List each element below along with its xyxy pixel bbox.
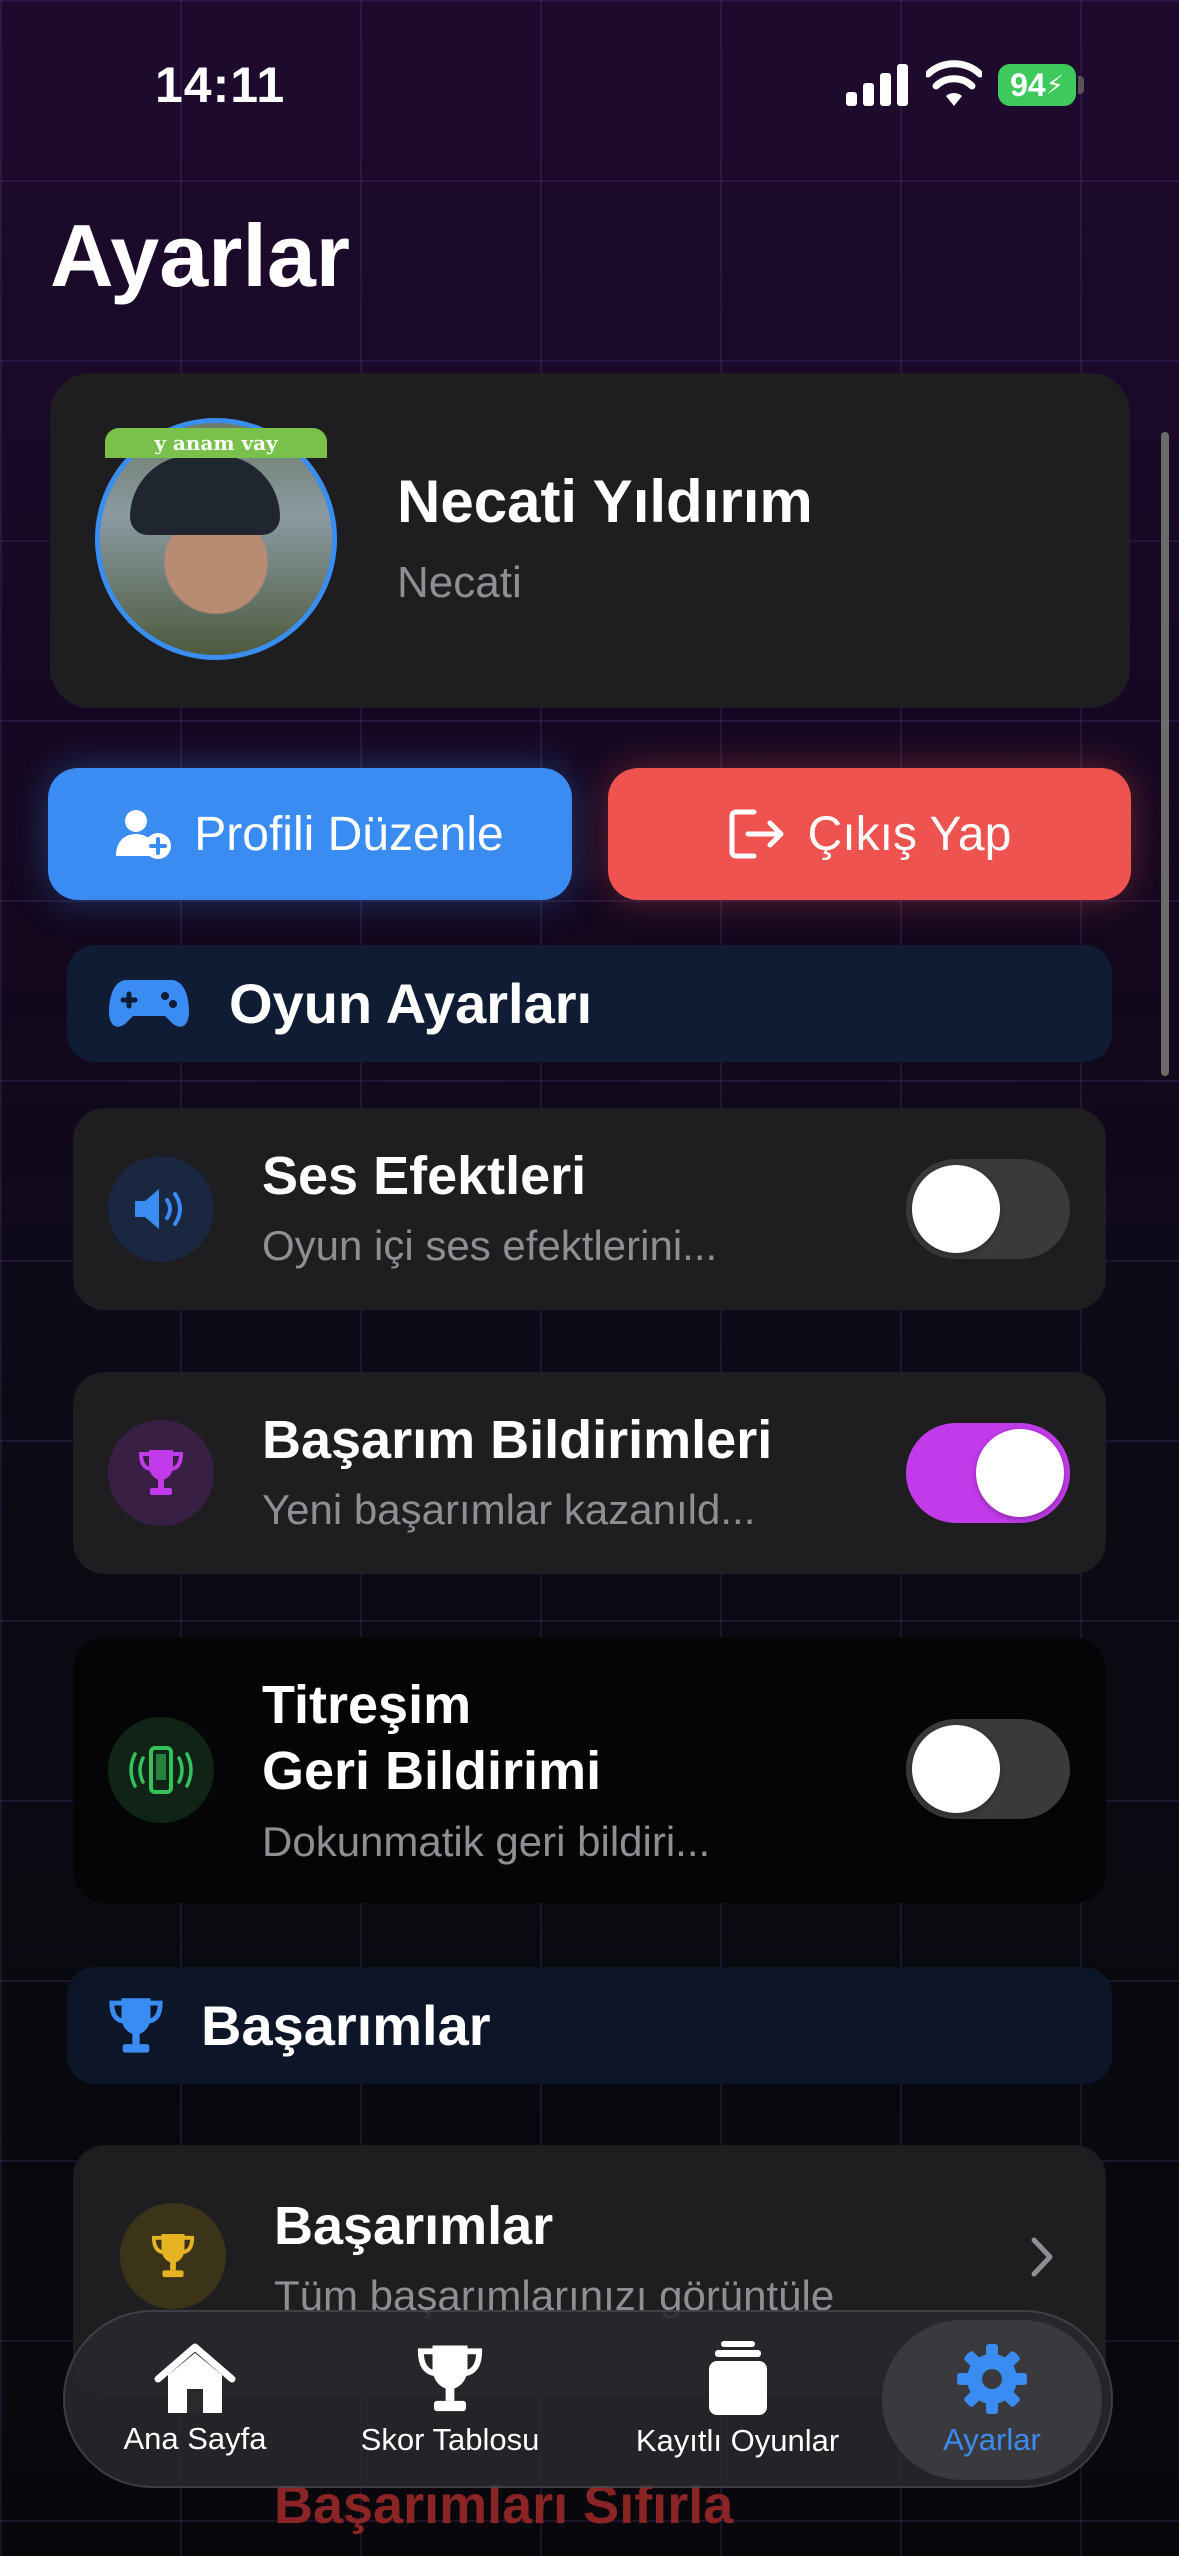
setting-title-sound-effects: Ses Efektleri [262, 1146, 587, 1206]
setting-subtitle-sound-effects: Oyun içi ses efektlerini... [262, 1222, 718, 1269]
achievement-notifications-toggle[interactable] [906, 1423, 1070, 1523]
battery-tip [1078, 76, 1084, 94]
setting-title-vibration-line1: Titreşim [262, 1675, 472, 1735]
trophy-icon [109, 1997, 163, 2053]
edit-profile-label: Profili Düzenle [194, 807, 504, 861]
battery-indicator: 94 ⚡ [998, 64, 1076, 106]
tab-saved-games[interactable]: Kayıtlı Oyunlar [620, 2320, 855, 2480]
setting-title-achievement-notifications: Başarım Bildirimleri [262, 1410, 773, 1470]
status-time: 14:11 [155, 57, 286, 113]
sound-effects-toggle[interactable] [906, 1159, 1070, 1259]
tab-home[interactable]: Ana Sayfa [95, 2320, 295, 2480]
profile-username: Necati [397, 558, 522, 607]
tab-label-leaderboard: Skor Tablosu [360, 2422, 540, 2457]
vibration-toggle[interactable] [906, 1719, 1070, 1819]
phone-vibrate-icon [108, 1717, 214, 1823]
section-title-game-settings: Oyun Ayarları [229, 972, 593, 1035]
section-header-achievements: Başarımlar [67, 1967, 1112, 2084]
speaker-icon [108, 1156, 214, 1262]
trophy-icon [417, 2345, 483, 2412]
tab-label-settings: Ayarlar [943, 2422, 1041, 2457]
avatar-caption: y anam vay [105, 428, 327, 458]
trophy-icon [108, 1420, 214, 1526]
tab-leaderboard[interactable]: Skor Tablosu [340, 2320, 560, 2480]
logout-icon [729, 809, 784, 859]
edit-profile-button[interactable]: Profili Düzenle [48, 768, 572, 900]
user-add-icon [116, 810, 172, 859]
tab-label-saved-games: Kayıtlı Oyunlar [635, 2423, 840, 2458]
gear-icon [957, 2344, 1027, 2414]
logout-label: Çıkış Yap [807, 807, 1012, 861]
wifi-icon [926, 60, 982, 106]
setting-subtitle-achievement-notifications: Yeni başarımlar kazanıld... [262, 1486, 756, 1533]
home-icon [154, 2343, 236, 2413]
setting-title-vibration-line2: Geri Bildirimi [262, 1741, 602, 1801]
scrollbar[interactable] [1161, 432, 1169, 1076]
tab-label-home: Ana Sayfa [123, 2421, 267, 2456]
stack-icon [708, 2341, 767, 2415]
achievements-row-title: Başarımlar [274, 2196, 554, 2256]
tab-settings[interactable]: Ayarlar [882, 2320, 1102, 2480]
section-header-game-settings: Oyun Ayarları [67, 945, 1112, 1062]
page-title: Ayarlar [50, 206, 351, 305]
profile-name: Necati Yıldırım [397, 468, 813, 535]
chevron-right-icon [1031, 2237, 1053, 2277]
section-title-achievements: Başarımlar [201, 1994, 491, 2057]
cellular-signal-icon [846, 64, 908, 106]
gamepad-icon [109, 979, 189, 1027]
setting-subtitle-vibration: Dokunmatik geri bildiri... [262, 1818, 711, 1865]
trophy-icon [120, 2203, 226, 2309]
logout-button[interactable]: Çıkış Yap [608, 768, 1131, 900]
